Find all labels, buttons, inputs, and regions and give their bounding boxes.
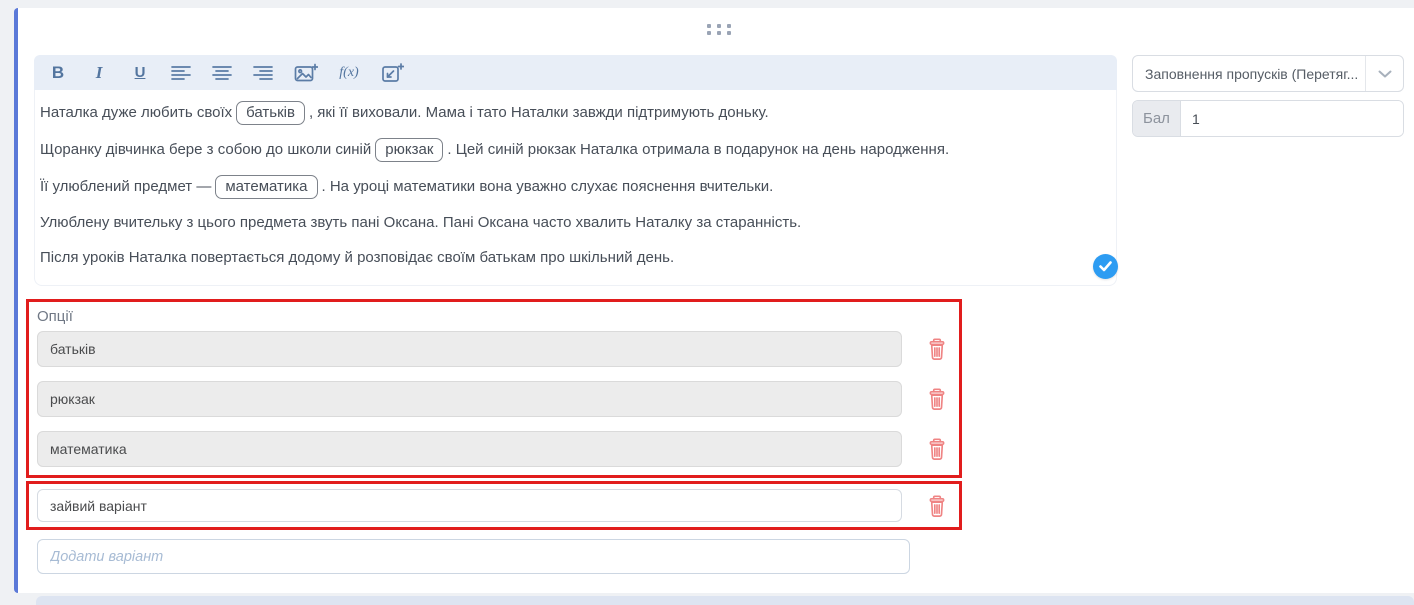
trash-icon	[926, 436, 948, 462]
bold-button[interactable]: B	[48, 60, 68, 86]
rich-text-toolbar: B I U	[34, 55, 1117, 90]
paragraph-text: Після уроків Наталка повертається додому…	[40, 249, 674, 266]
drag-handle-icon[interactable]	[707, 24, 733, 37]
align-center-button[interactable]	[212, 60, 232, 86]
delete-option-button[interactable]	[924, 434, 950, 464]
editor-paragraph: Улюблену вчительку з цього предмета звут…	[40, 212, 1076, 234]
options-section-label: Опції	[37, 308, 959, 326]
trash-icon	[926, 336, 948, 362]
blank-word-chip[interactable]: батьків	[236, 101, 305, 125]
question-valid-button[interactable]	[1093, 254, 1118, 279]
italic-button[interactable]: I	[89, 60, 109, 86]
score-field: Бал	[1132, 100, 1404, 137]
paragraph-text: . Цей синій рюкзак Наталка отримала в по…	[447, 141, 949, 158]
trash-icon	[926, 493, 948, 519]
question-card: B I U	[14, 8, 1414, 593]
delete-option-button[interactable]	[924, 334, 950, 364]
underline-button[interactable]: U	[130, 60, 150, 86]
question-text-editor[interactable]: Наталка дуже любить своїхбатьків, які її…	[34, 90, 1117, 286]
insert-image-button[interactable]	[294, 60, 318, 86]
options-highlight-box: Опції	[26, 299, 962, 478]
extra-option-input[interactable]	[37, 489, 902, 522]
align-center-icon	[212, 65, 232, 81]
option-row	[37, 489, 959, 522]
check-icon	[1099, 261, 1112, 272]
option-row	[37, 381, 959, 417]
question-type-value: Заповнення пропусків (Перетяг...	[1133, 66, 1365, 82]
align-left-button[interactable]	[171, 60, 191, 86]
paragraph-text: Її улюблений предмет —	[40, 178, 211, 195]
editor-paragraph: Після уроків Наталка повертається додому…	[40, 247, 1076, 269]
insert-image-icon	[294, 63, 318, 83]
option-input[interactable]	[37, 381, 902, 417]
next-card-peek	[36, 596, 1414, 605]
paragraph-text: Наталка дуже любить своїх	[40, 104, 232, 121]
paragraph-text: Улюблену вчительку з цього предмета звут…	[40, 214, 801, 231]
option-input[interactable]	[37, 331, 902, 367]
insert-blank-icon	[380, 62, 404, 84]
editor-paragraph: Щоранку дівчинка бере з собою до школи с…	[40, 138, 1076, 162]
add-option-input[interactable]	[37, 539, 910, 574]
option-row	[37, 331, 959, 367]
delete-option-button[interactable]	[924, 384, 950, 414]
option-input[interactable]	[37, 431, 902, 467]
score-label: Бал	[1133, 101, 1181, 136]
align-left-icon	[171, 65, 191, 81]
option-row	[37, 431, 959, 467]
paragraph-text: Щоранку дівчинка бере з собою до школи с…	[40, 141, 371, 158]
paragraph-text: , які її виховали. Мама і тато Наталки з…	[309, 104, 769, 121]
question-type-dropdown[interactable]: Заповнення пропусків (Перетяг...	[1132, 55, 1404, 92]
paragraph-text: . На уроці математики вона уважно слухає…	[322, 178, 774, 195]
blank-word-chip[interactable]: рюкзак	[375, 138, 443, 162]
blank-word-chip[interactable]: математика	[215, 175, 317, 199]
insert-blank-button[interactable]	[380, 60, 404, 86]
delete-option-button[interactable]	[924, 491, 950, 521]
trash-icon	[926, 386, 948, 412]
editor-paragraph: Наталка дуже любить своїхбатьків, які її…	[40, 101, 1076, 125]
align-right-button[interactable]	[253, 60, 273, 86]
score-input[interactable]	[1181, 101, 1403, 136]
chevron-down-icon	[1365, 56, 1403, 91]
align-right-icon	[253, 65, 273, 81]
formula-button[interactable]: f(x)	[339, 60, 359, 86]
extra-option-highlight-box	[26, 481, 962, 530]
editor-paragraph: Її улюблений предмет —математика . На уро…	[40, 175, 1076, 199]
